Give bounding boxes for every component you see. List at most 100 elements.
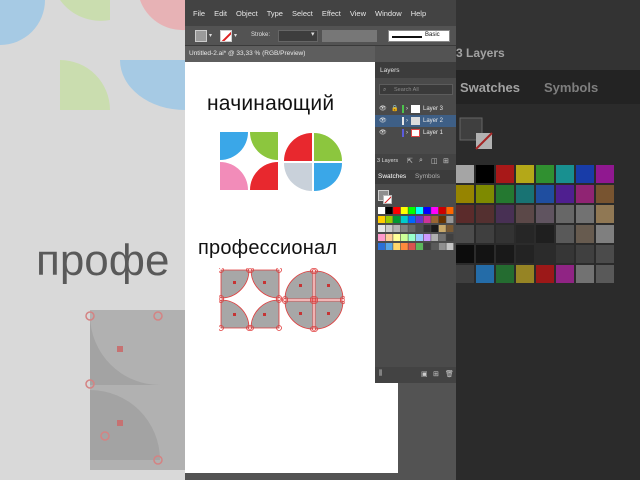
- menu-edit[interactable]: Edit: [214, 9, 227, 18]
- swatches-panel: Swatches Symbols ⫼ ▣ ⊞ 🗑: [375, 170, 456, 383]
- layer-row-1[interactable]: 👁 › Layer 1: [375, 127, 456, 139]
- swatch: [385, 207, 393, 214]
- swatch-libraries-icon[interactable]: ⫼: [379, 370, 382, 378]
- swatch: [385, 234, 393, 241]
- menu-view[interactable]: View: [350, 9, 366, 18]
- tab-swatches[interactable]: Swatches: [378, 173, 406, 180]
- menu-select[interactable]: Select: [292, 9, 313, 18]
- swatch: [400, 234, 408, 241]
- swatch: [378, 243, 385, 250]
- logo-circle-gray: [284, 163, 312, 191]
- swatch: [393, 243, 401, 250]
- menu-bar: File Edit Object Type Select Effect View…: [185, 0, 456, 26]
- swatch-grid[interactable]: [378, 207, 456, 267]
- delete-swatch-icon[interactable]: 🗑: [445, 370, 454, 378]
- swatch: [446, 243, 454, 250]
- new-layer-icon[interactable]: ⊞: [443, 157, 449, 165]
- swatch: [400, 207, 408, 214]
- new-swatch-icon[interactable]: ⊞: [433, 370, 439, 378]
- export-icon[interactable]: ⇱: [407, 157, 413, 165]
- swatch: [408, 225, 416, 232]
- heading-beginner: начинающий: [207, 92, 335, 115]
- new-color-group-icon[interactable]: ▣: [421, 370, 428, 378]
- fill-color-swatch[interactable]: [195, 30, 207, 42]
- logo-pro-selected[interactable]: [219, 268, 345, 334]
- swatch: [393, 225, 401, 232]
- swatch: [385, 216, 393, 223]
- visibility-eye-icon[interactable]: 👁: [379, 115, 387, 127]
- menu-window[interactable]: Window: [375, 9, 402, 18]
- menu-effect[interactable]: Effect: [322, 9, 341, 18]
- swatch: [416, 207, 423, 214]
- screenshot: профе 3 Layers Swatches Symbols File Edi…: [0, 0, 640, 480]
- swatch: [446, 225, 454, 232]
- clipping-mask-icon[interactable]: ◫: [431, 157, 438, 165]
- visibility-eye-icon[interactable]: 👁: [379, 127, 387, 139]
- swatch: [423, 207, 431, 214]
- logo-green-quarter: [250, 132, 278, 160]
- document-tab[interactable]: Untitled-2.ai* @ 33,33 % (RGB/Preview): [185, 46, 375, 62]
- control-bar: ▾ ▾ Stroke: ▾ Basic: [185, 26, 456, 46]
- layer-row-2[interactable]: 👁 › Layer 2: [375, 115, 456, 127]
- menu-help[interactable]: Help: [411, 9, 426, 18]
- swatch: [416, 216, 423, 223]
- layer-thumbnail: [411, 105, 420, 113]
- menu-file[interactable]: File: [193, 9, 205, 18]
- swatch: [423, 243, 431, 250]
- swatch: [438, 216, 446, 223]
- chevron-right-icon[interactable]: ›: [406, 103, 408, 115]
- stroke-swatch[interactable]: [383, 195, 392, 204]
- illustrator-window: File Edit Object Type Select Effect View…: [185, 0, 456, 480]
- lock-icon[interactable]: 🔒: [391, 103, 398, 115]
- logo-circle-blue: [314, 163, 342, 191]
- chevron-down-icon[interactable]: ▾: [311, 30, 315, 38]
- chevron-down-icon[interactable]: ▾: [234, 32, 237, 39]
- swatch: [393, 234, 401, 241]
- menu-type[interactable]: Type: [267, 9, 283, 18]
- logo-beginner[interactable]: [220, 132, 342, 194]
- layer-row-3[interactable]: 👁 🔒 › Layer 3: [375, 103, 456, 115]
- search-icon: ⌕: [383, 87, 387, 93]
- logo-pink-quarter: [220, 162, 248, 190]
- logo-circle-green: [314, 133, 342, 161]
- search-icon[interactable]: ⌕: [419, 157, 423, 165]
- swatch: [408, 207, 416, 214]
- visibility-eye-icon[interactable]: 👁: [379, 103, 387, 115]
- tab-symbols[interactable]: Symbols: [415, 173, 440, 180]
- logo-red-quarter: [250, 162, 278, 190]
- layer-thumbnail: [411, 117, 420, 125]
- swatch: [416, 225, 423, 232]
- swatch: [446, 207, 454, 214]
- swatch: [438, 234, 446, 241]
- swatch: [385, 225, 393, 232]
- swatch: [423, 216, 431, 223]
- chevron-right-icon[interactable]: ›: [406, 127, 408, 139]
- background-left: профе: [0, 0, 185, 480]
- chevron-down-icon[interactable]: ▾: [209, 32, 212, 39]
- swatch: [378, 234, 385, 241]
- swatch: [431, 225, 439, 232]
- swatch: [378, 225, 385, 232]
- layers-search-placeholder: Search All: [394, 87, 419, 93]
- chevron-right-icon[interactable]: ›: [406, 115, 408, 127]
- variable-width-profile[interactable]: [322, 30, 377, 42]
- swatch: [423, 225, 431, 232]
- swatch: [416, 243, 423, 250]
- layers-search-box[interactable]: ⌕ Search All: [379, 84, 453, 95]
- menu-object[interactable]: Object: [236, 9, 258, 18]
- swatch: [416, 234, 423, 241]
- swatch: [431, 234, 439, 241]
- swatch: [431, 216, 439, 223]
- swatch: [378, 216, 385, 223]
- stroke-label: Stroke:: [251, 32, 271, 38]
- brush-definition[interactable]: Basic: [388, 30, 450, 42]
- layer-color-bar: [402, 105, 404, 113]
- swatch: [438, 225, 446, 232]
- stroke-color-swatch[interactable]: [220, 30, 232, 42]
- layers-tab[interactable]: Layers: [380, 67, 400, 74]
- artboard: начинающий профессионал: [185, 62, 398, 473]
- swatch: [446, 216, 454, 223]
- swatch: [431, 207, 439, 214]
- layer-color-bar: [402, 117, 404, 125]
- swatch: [438, 243, 446, 250]
